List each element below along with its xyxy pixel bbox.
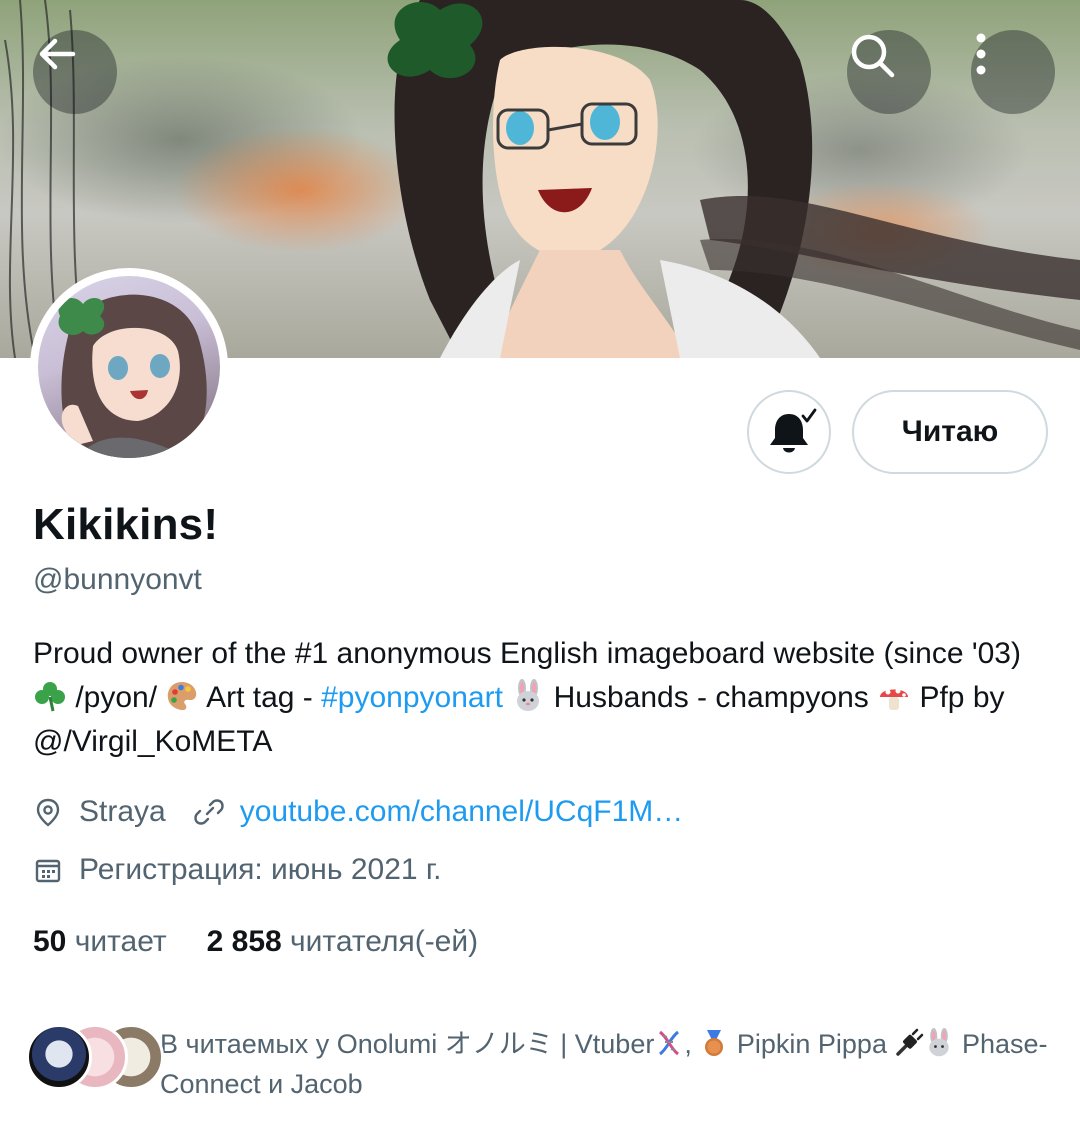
bio-text: Husbands - champyons [545, 681, 878, 714]
search-button[interactable] [847, 30, 931, 114]
website-link[interactable]: youtube.com/channel/UCqF1M… [240, 795, 684, 829]
followed-by-text[interactable]: В читаемых у Onolumi オノルミ | Vtuber , Pip… [160, 1024, 1060, 1104]
link-icon [194, 799, 224, 825]
following-stat[interactable]: 50 читает [33, 925, 167, 959]
following-label: читает [74, 925, 167, 958]
bio-text [503, 681, 511, 714]
followed-by-segment: Pipkin Pippa [729, 1029, 895, 1059]
shamrock-icon [35, 682, 65, 712]
avatar-image [38, 276, 220, 458]
user-handle: @bunnyonvt [33, 563, 202, 596]
rabbit-face-icon [517, 679, 540, 711]
followed-by-avatars[interactable] [26, 1024, 164, 1090]
joined-date-row: Регистрация: июнь 2021 г. [33, 853, 442, 887]
electric-plug-icon [896, 1028, 924, 1056]
dna-icon [659, 1030, 680, 1056]
bio-text: /pyon/ [67, 681, 166, 714]
mutual-avatar [26, 1024, 92, 1090]
joined-date-text: Регистрация: июнь 2021 г. [79, 853, 442, 886]
bell-check-icon [770, 408, 817, 453]
mushroom-icon [880, 688, 909, 710]
followers-stat[interactable]: 2 858 читателя(-ей) [207, 925, 479, 959]
profile-avatar[interactable] [30, 268, 228, 466]
followers-count: 2 858 [206, 925, 282, 958]
following-count: 50 [33, 925, 67, 958]
followed-by-segment: , [684, 1029, 700, 1059]
followed-by-segment: В читаемых у Onolumi オノルミ | Vtuber [160, 1029, 655, 1059]
following-button[interactable]: Читаю [852, 390, 1048, 474]
artist-palette-icon [168, 682, 197, 710]
bio-text: Art tag - [199, 681, 322, 714]
profile-bio: Proud owner of the #1 anonymous English … [33, 632, 1043, 764]
more-options-button[interactable] [971, 30, 1055, 114]
more-vertical-icon [976, 33, 986, 75]
location-pin-icon [36, 798, 60, 827]
third-place-medal-icon [705, 1030, 724, 1056]
display-name: Kikikins! [33, 500, 219, 549]
location-text: Straya [79, 795, 166, 828]
search-icon [851, 34, 895, 78]
rabbit-face-icon [929, 1028, 950, 1057]
arrow-left-icon [39, 38, 76, 70]
back-button[interactable] [33, 30, 117, 114]
hashtag-link[interactable]: #pyonpyonart [321, 681, 503, 714]
bio-text: Proud owner of the #1 anonymous English … [33, 637, 1021, 670]
notifications-button[interactable] [747, 390, 831, 474]
profile-meta-row: Straya youtube.com/channel/UCqF1M… [33, 795, 683, 829]
calendar-icon [35, 859, 61, 883]
followers-label: читателя(-ей) [290, 925, 479, 958]
follow-stats: 50 читает 2 858 читателя(-ей) [33, 925, 478, 959]
